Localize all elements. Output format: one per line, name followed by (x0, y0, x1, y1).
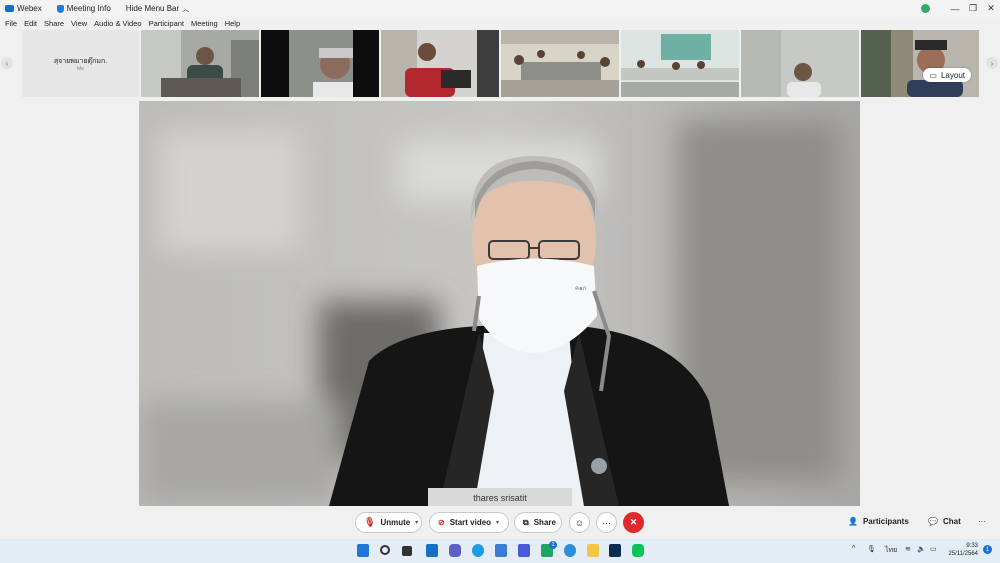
participants-label: Participants (862, 517, 909, 526)
chevron-down-icon: ▾ (496, 520, 500, 526)
participant-tile[interactable] (261, 30, 379, 97)
share-button[interactable]: ⧉ Share (514, 512, 562, 533)
participant-video-image (501, 30, 619, 97)
strip-next-icon[interactable]: › (986, 57, 998, 69)
layout-icon: ▭ (929, 70, 937, 80)
clock-time: 9:33 (966, 543, 978, 549)
restore-button[interactable]: ❐ (964, 0, 982, 17)
participant-video-image (141, 30, 259, 97)
reactions-button[interactable]: ☺ (569, 512, 590, 533)
share-label: Share (533, 518, 556, 527)
title-bar: Webex Meeting Info Hide Menu Bar ︿ — ❐ ✕ (0, 0, 1000, 17)
start-video-button[interactable]: ⊘ Start video ▾ (429, 512, 509, 533)
line-app-icon[interactable] (632, 544, 644, 557)
volume-icon[interactable]: 🔈 (917, 545, 926, 553)
menu-share[interactable]: Share (44, 19, 64, 28)
menu-participant[interactable]: Participant (149, 19, 184, 28)
language-indicator[interactable]: ไทย (885, 545, 897, 556)
menu-help[interactable]: Help (225, 19, 240, 28)
overflow-menu-button[interactable]: ··· (978, 517, 986, 526)
participant-filmstrip: ‹ สุจายพมายดุ๊กมก. Me ▭ Layout › (0, 30, 1000, 97)
menu-meeting[interactable]: Meeting (191, 19, 218, 28)
app-title: Webex (5, 4, 42, 13)
person-icon: 👤 (848, 517, 858, 526)
unmute-label: Unmute (380, 518, 411, 527)
meeting-info-button[interactable]: Meeting Info (56, 4, 111, 13)
teams-chat-icon[interactable] (449, 544, 461, 557)
app-badge: 1 (549, 541, 557, 549)
menu-bar: File Edit Share View Audio & Video Parti… (0, 17, 1000, 30)
globe-app-icon[interactable] (564, 544, 576, 557)
unmute-button[interactable]: 🎙 Unmute ▾ (355, 512, 422, 533)
more-options-button[interactable]: ··· (596, 512, 617, 533)
chat-label: Chat (942, 517, 961, 526)
file-explorer-icon[interactable] (587, 544, 599, 557)
tray-overflow-icon[interactable]: ^ (852, 545, 855, 552)
avatar[interactable] (921, 4, 930, 13)
leave-meeting-button[interactable]: ✕ (623, 512, 644, 533)
chevron-up-icon: ︿ (182, 5, 190, 13)
chat-bubble-icon: 💬 (928, 517, 938, 526)
close-window-button[interactable]: ✕ (982, 0, 1000, 17)
notification-badge[interactable]: 1 (983, 545, 992, 554)
meeting-info-label: Meeting Info (66, 4, 111, 13)
menu-audio-video[interactable]: Audio & Video (94, 19, 141, 28)
editor-app-icon[interactable] (518, 544, 530, 557)
participant-tile[interactable] (741, 30, 859, 97)
participant-tile[interactable]: ▭ Layout (861, 30, 979, 97)
participant-tile[interactable] (501, 30, 619, 97)
os-taskbar: 1 ^ 🎙 ไทย ≋ 🔈 ▭ 9:33 25/11/2564 1 (0, 539, 1000, 563)
self-label: Me (77, 66, 84, 72)
participant-tile[interactable] (381, 30, 499, 97)
microphone-icon[interactable]: 🎙 (867, 545, 876, 553)
mic-muted-icon: 🎙 (364, 517, 376, 527)
active-speaker-video: ค๑ก (139, 101, 860, 506)
layout-label: Layout (940, 70, 965, 80)
speaker-video-image: ค๑ก (139, 101, 860, 506)
participant-video-image (861, 30, 979, 97)
system-clock[interactable]: 9:33 25/11/2564 (944, 542, 978, 558)
minimize-button[interactable]: — (946, 0, 964, 17)
menu-file[interactable]: File (5, 19, 17, 28)
participant-video-image (741, 30, 859, 97)
battery-icon[interactable]: ▭ (930, 545, 937, 553)
wifi-icon[interactable]: ≋ (905, 545, 911, 553)
webex-logo-icon (5, 5, 14, 12)
participant-video-image (381, 30, 499, 97)
layout-button[interactable]: ▭ Layout (923, 68, 971, 82)
hide-menu-bar-button[interactable]: Hide Menu Bar ︿ (126, 4, 189, 14)
smiley-icon: ☺ (574, 517, 585, 528)
start-menu-icon[interactable] (357, 544, 369, 557)
chat-button[interactable]: 💬 Chat (928, 517, 961, 526)
menu-edit[interactable]: Edit (24, 19, 37, 28)
meeting-controls: 🎙 Unmute ▾ ⊘ Start video ▾ ⧉ Share ☺ ···… (0, 506, 1000, 539)
video-off-icon: ⊘ (438, 518, 445, 527)
participant-video-image (621, 30, 739, 97)
strip-prev-icon[interactable]: ‹ (1, 57, 13, 69)
webex-taskbar-icon[interactable] (609, 544, 621, 557)
participants-button[interactable]: 👤 Participants (848, 517, 909, 526)
participant-tile[interactable] (621, 30, 739, 97)
edge-browser-icon[interactable] (472, 544, 484, 557)
participant-video-image (261, 30, 379, 97)
speaker-name-tag: thares srisatit (428, 488, 572, 507)
clock-date: 25/11/2564 (948, 551, 978, 557)
mask-print: ค๑ก (575, 286, 587, 292)
hide-menu-bar-label: Hide Menu Bar (125, 4, 180, 13)
chevron-down-icon: ▾ (415, 520, 419, 526)
menu-view[interactable]: View (71, 19, 87, 28)
mail-icon[interactable] (495, 544, 507, 557)
search-icon[interactable] (380, 545, 390, 555)
start-video-label: Start video (449, 518, 492, 527)
shield-icon (56, 4, 64, 13)
app-name: Webex (17, 4, 42, 13)
task-view-icon[interactable] (402, 546, 412, 556)
widgets-icon[interactable] (426, 544, 438, 557)
participant-tile[interactable] (141, 30, 259, 97)
share-screen-icon: ⧉ (523, 517, 529, 527)
self-video-tile[interactable]: สุจายพมายดุ๊กมก. Me (22, 30, 139, 97)
